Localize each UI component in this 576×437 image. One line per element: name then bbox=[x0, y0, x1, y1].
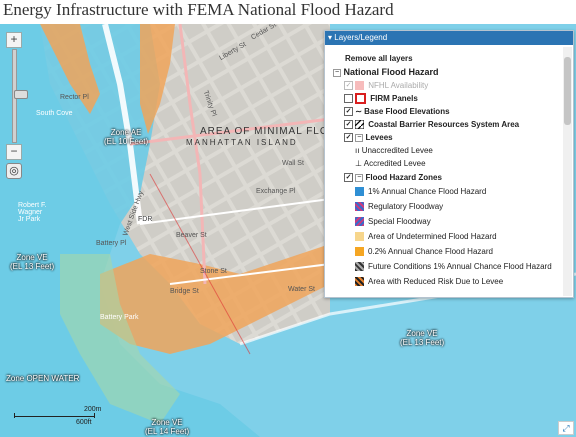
checkbox[interactable]: ✓ bbox=[344, 81, 353, 91]
zoom-control: + − bbox=[6, 32, 28, 160]
map-label-battery-park: Battery Park bbox=[100, 314, 139, 321]
layer-firm-panels[interactable]: FIRM Panels bbox=[344, 93, 418, 105]
zoom-slider-handle[interactable] bbox=[14, 90, 28, 99]
legend-scrollbar[interactable] bbox=[563, 47, 572, 296]
zoom-out-button[interactable]: − bbox=[6, 144, 22, 160]
legend-swatch bbox=[355, 187, 364, 197]
legend-label: Regulatory Floodway bbox=[368, 202, 444, 211]
scale-label-imperial: 600ft bbox=[76, 419, 92, 426]
legend-label: Unaccredited Levee bbox=[361, 146, 433, 155]
street-label: Exchange Pl bbox=[256, 188, 296, 195]
levee-unaccredited-icon: ıı bbox=[355, 146, 360, 155]
legend-zone-reduced-risk: Area with Reduced Risk Due to Levee bbox=[355, 276, 503, 287]
layer-label: Levees bbox=[365, 133, 393, 142]
scale-label-metric: 200m bbox=[84, 406, 102, 413]
legend-label: Special Floodway bbox=[368, 217, 431, 226]
map-label-zone-ve-left: Zone VE (EL 13 Feet) bbox=[10, 253, 54, 271]
legend-accredited-levee: ⊥ Accredited Levee bbox=[355, 158, 426, 169]
zoom-in-button[interactable]: + bbox=[6, 32, 22, 48]
legend-swatch bbox=[355, 81, 365, 91]
zone-label: Zone AE bbox=[110, 128, 142, 137]
locate-icon[interactable]: ◎ bbox=[6, 163, 22, 179]
legend-label: 1% Annual Chance Flood Hazard bbox=[368, 187, 487, 196]
layer-cbrs[interactable]: ✓ Coastal Barrier Resources System Area bbox=[344, 119, 519, 130]
checkbox[interactable]: ✓ bbox=[344, 120, 353, 130]
street-label: Stone St bbox=[200, 268, 227, 275]
legend-label: 0.2% Annual Chance Flood Hazard bbox=[368, 247, 493, 256]
layer-label: Flood Hazard Zones bbox=[365, 173, 442, 182]
street-label: Beaver St bbox=[176, 232, 207, 239]
checkbox[interactable]: ✓ bbox=[344, 133, 353, 143]
map-label-wagner-park: Robert F. Wagner Jr Park bbox=[18, 202, 47, 223]
map-label-zone-ae: Zone AE (EL 10 Feet) bbox=[104, 128, 148, 146]
legend-label: Area of Undetermined Flood Hazard bbox=[368, 232, 497, 241]
page-title: Energy Infrastructure with FEMA National… bbox=[3, 0, 394, 19]
zone-elevation: (EL 13 Feet) bbox=[10, 262, 55, 271]
collapse-icon[interactable]: − bbox=[355, 173, 364, 182]
zone-label: Zone VE bbox=[406, 329, 438, 338]
checkbox[interactable]: ✓ bbox=[344, 173, 353, 183]
checkbox[interactable]: ✓ bbox=[344, 107, 353, 117]
map-view[interactable]: + − ◎ Zone AE (EL 10 Feet) Zone VE (EL 13 … bbox=[0, 24, 576, 437]
legend-swatch bbox=[355, 247, 364, 257]
map-label-open-water: Zone OPEN WATER bbox=[6, 374, 80, 383]
layer-label: NFHL Availability bbox=[368, 81, 429, 90]
layer-flood-hazard-zones[interactable]: ✓ − Flood Hazard Zones bbox=[344, 172, 442, 183]
legend-body: Remove all layers − National Flood Hazar… bbox=[325, 46, 561, 297]
legend-swatch bbox=[355, 262, 364, 272]
legend-label: Accredited Levee bbox=[363, 159, 426, 168]
map-label-fdr: FDR bbox=[138, 216, 153, 223]
legend-zone-1pct: 1% Annual Chance Flood Hazard bbox=[355, 186, 486, 197]
legend-unaccredited-levee: ıı Unaccredited Levee bbox=[355, 145, 433, 156]
legend-swatch bbox=[355, 277, 364, 287]
layer-base-flood-elevations[interactable]: ✓ ∼ Base Flood Elevations bbox=[344, 106, 450, 117]
legend-header[interactable]: ▾ Layers/Legend bbox=[325, 31, 573, 45]
layers-legend-panel: ▾ Layers/Legend Remove all layers − Nati… bbox=[324, 30, 574, 298]
layer-levees[interactable]: ✓ − Levees bbox=[344, 132, 393, 143]
legend-title: Layers/Legend bbox=[334, 33, 388, 42]
group-label: National Flood Hazard bbox=[343, 67, 439, 77]
map-label-manhattan: MANHATTAN ISLAND bbox=[186, 138, 298, 147]
legend-zone-regulatory-floodway: Regulatory Floodway bbox=[355, 201, 443, 212]
hatch-swatch-icon bbox=[355, 120, 365, 130]
zone-label: Zone VE bbox=[151, 418, 183, 427]
legend-zone-future-conditions: Future Conditions 1% Annual Chance Flood… bbox=[355, 261, 552, 272]
legend-swatch bbox=[355, 217, 364, 227]
street-label: Water St bbox=[288, 286, 315, 293]
legend-swatch bbox=[355, 202, 364, 212]
legend-scrollbar-thumb[interactable] bbox=[564, 57, 571, 125]
remove-all-layers-button[interactable]: Remove all layers bbox=[345, 53, 413, 64]
legend-swatch bbox=[355, 232, 364, 242]
street-label: Rector Pl bbox=[60, 94, 89, 101]
legend-label: Area with Reduced Risk Due to Levee bbox=[368, 277, 504, 286]
levee-accredited-icon: ⊥ bbox=[355, 159, 362, 168]
legend-zone-undetermined: Area of Undetermined Flood Hazard bbox=[355, 231, 497, 242]
collapse-icon[interactable]: − bbox=[333, 68, 341, 77]
layer-nfhl-availability[interactable]: ✓ NFHL Availability bbox=[344, 80, 428, 91]
zone-label: Zone VE bbox=[16, 253, 48, 262]
layer-label: FIRM Panels bbox=[370, 94, 418, 103]
legend-zone-special-floodway: Special Floodway bbox=[355, 216, 431, 227]
legend-group-title[interactable]: − National Flood Hazard bbox=[333, 67, 439, 78]
bfe-line-icon: ∼ bbox=[355, 107, 362, 116]
checkbox[interactable] bbox=[344, 94, 353, 104]
legend-swatch bbox=[355, 93, 367, 105]
collapse-icon[interactable]: − bbox=[355, 133, 364, 142]
map-label-zone-ve-right: Zone VE (EL 13 Feet) bbox=[400, 329, 444, 347]
scale-bar: 200m 600ft bbox=[14, 406, 104, 428]
zone-elevation: (EL 10 Feet) bbox=[104, 137, 149, 146]
street-label: Wall St bbox=[282, 160, 304, 167]
legend-label: Future Conditions 1% Annual Chance Flood… bbox=[368, 262, 552, 271]
layer-label: Coastal Barrier Resources System Area bbox=[368, 120, 520, 129]
zoom-slider[interactable] bbox=[12, 49, 28, 143]
map-label-south-cove: South Cove bbox=[36, 110, 73, 117]
zone-elevation: (EL 14 Feet) bbox=[145, 427, 190, 436]
street-label: Battery Pl bbox=[96, 240, 127, 247]
legend-zone-02pct: 0.2% Annual Chance Flood Hazard bbox=[355, 246, 493, 257]
map-label-zone-ve-bottom: Zone VE (EL 14 Feet) bbox=[145, 418, 189, 436]
layer-label: Base Flood Elevations bbox=[364, 107, 450, 116]
zone-elevation: (EL 13 Feet) bbox=[400, 338, 445, 347]
street-label: Bridge St bbox=[170, 288, 199, 295]
fullscreen-icon[interactable]: ⤢ bbox=[558, 421, 574, 435]
